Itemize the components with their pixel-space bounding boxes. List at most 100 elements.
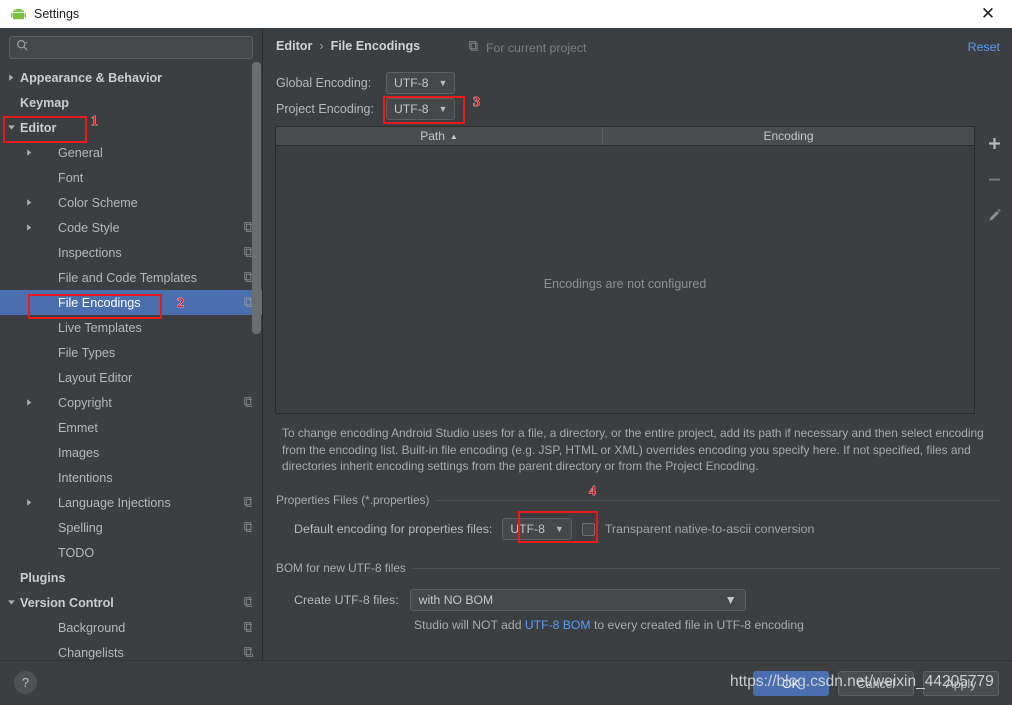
global-encoding-label: Global Encoding:	[276, 76, 372, 90]
sidebar-item-label: Inspections	[58, 245, 122, 260]
project-encoding-combo[interactable]: UTF-8 ▼	[386, 98, 456, 120]
bom-note: Studio will NOT add UTF-8 BOM to every c…	[414, 618, 804, 632]
bom-group-title: BOM for new UTF-8 files	[276, 561, 406, 575]
for-current-project: For current project	[469, 41, 586, 55]
sidebar-item-plugins[interactable]: Plugins	[0, 565, 262, 590]
sidebar-item-label: File Types	[58, 345, 116, 360]
reset-link[interactable]: Reset	[968, 40, 1000, 54]
group-divider	[412, 567, 1000, 569]
sidebar-item-label: Emmet	[58, 420, 98, 435]
sidebar-item-label: Copyright	[58, 395, 112, 410]
ok-button[interactable]: OK	[753, 671, 829, 696]
search-box[interactable]	[9, 36, 253, 59]
close-icon[interactable]: ✕	[978, 5, 998, 25]
group-divider	[436, 499, 1000, 501]
chevron-right-icon[interactable]	[22, 498, 36, 507]
global-encoding-combo[interactable]: UTF-8 ▼	[386, 72, 456, 94]
sidebar-item-label: Appearance & Behavior	[20, 70, 163, 85]
transparent-conversion-checkbox[interactable]	[581, 522, 595, 536]
chevron-right-icon[interactable]	[22, 198, 36, 207]
breadcrumb-parent[interactable]: Editor	[276, 39, 312, 53]
sidebar-item-label: General	[58, 145, 103, 160]
table-toolbar	[977, 126, 1011, 414]
column-header-encoding[interactable]: Encoding	[603, 127, 974, 145]
global-encoding-value: UTF-8	[394, 76, 429, 90]
sidebar-item-changelists[interactable]: Changelists	[0, 640, 262, 660]
sidebar-item-layout-editor[interactable]: Layout Editor	[0, 365, 262, 390]
utf8-bom-link[interactable]: UTF-8 BOM	[525, 618, 591, 632]
breadcrumb: Editor › File Encodings	[276, 39, 420, 53]
chevron-down-icon: ▼	[438, 104, 448, 114]
sidebar-scrollbar[interactable]	[252, 62, 261, 654]
sidebar-item-label: Font	[58, 170, 84, 185]
chevron-down-icon[interactable]	[4, 123, 18, 132]
properties-default-encoding-combo[interactable]: UTF-8 ▼	[502, 518, 572, 540]
encodings-table: Path ▲ Encoding Encodings are not config…	[275, 126, 975, 414]
sort-ascending-icon: ▲	[449, 131, 458, 141]
sidebar-item-language-injections[interactable]: Language Injections	[0, 490, 262, 515]
sidebar-item-label: Intentions	[58, 470, 113, 485]
sidebar-scrollbar-thumb[interactable]	[252, 62, 261, 334]
sidebar-item-version-control[interactable]: Version Control	[0, 590, 262, 615]
help-button[interactable]: ?	[14, 671, 37, 694]
sidebar-item-spelling[interactable]: Spelling	[0, 515, 262, 540]
sidebar-item-general[interactable]: General	[0, 140, 262, 165]
sidebar-item-images[interactable]: Images	[0, 440, 262, 465]
bom-group-header: BOM for new UTF-8 files	[276, 561, 1000, 575]
breadcrumb-separator: ›	[319, 39, 324, 53]
sidebar-item-emmet[interactable]: Emmet	[0, 415, 262, 440]
sidebar-item-appearance-behavior[interactable]: Appearance & Behavior	[0, 65, 262, 90]
sidebar-item-inspections[interactable]: Inspections	[0, 240, 262, 265]
search-input[interactable]	[33, 40, 246, 55]
create-utf8-label: Create UTF-8 files:	[294, 593, 399, 607]
properties-default-encoding-label: Default encoding for properties files:	[294, 522, 493, 536]
chevron-right-icon[interactable]	[22, 148, 36, 157]
chevron-right-icon[interactable]	[4, 73, 18, 82]
sidebar-item-color-scheme[interactable]: Color Scheme	[0, 190, 262, 215]
properties-group-header: Properties Files (*.properties)	[276, 493, 1000, 507]
sidebar-item-editor[interactable]: Editor	[0, 115, 262, 140]
project-encoding-value: UTF-8	[394, 102, 429, 116]
create-utf8-combo[interactable]: with NO BOM ▼	[409, 589, 746, 611]
sidebar-item-font[interactable]: Font	[0, 165, 262, 190]
sidebar-item-label: Editor	[20, 120, 57, 135]
chevron-down-icon: ▼	[438, 78, 448, 88]
sidebar-item-label: Code Style	[58, 220, 120, 235]
apply-button[interactable]: Apply	[923, 671, 999, 696]
sidebar-item-label: Plugins	[20, 570, 66, 585]
chevron-down-icon[interactable]	[4, 598, 18, 607]
sidebar-item-file-types[interactable]: File Types	[0, 340, 262, 365]
sidebar-item-label: Live Templates	[58, 320, 142, 335]
settings-tree: Appearance & Behavior Keymap Editor General…	[0, 65, 262, 660]
sidebar-item-label: Layout Editor	[58, 370, 133, 385]
sidebar-item-todo[interactable]: TODO	[0, 540, 262, 565]
create-utf8-value: with NO BOM	[418, 593, 494, 607]
sidebar-item-label: File Encodings	[58, 295, 141, 310]
column-header-path-label: Path	[420, 129, 445, 143]
bom-note-prefix: Studio will NOT add	[414, 618, 525, 632]
sidebar-item-background[interactable]: Background	[0, 615, 262, 640]
sidebar-item-intentions[interactable]: Intentions	[0, 465, 262, 490]
sidebar-item-live-templates[interactable]: Live Templates	[0, 315, 262, 340]
breadcrumb-current: File Encodings	[330, 39, 421, 53]
add-icon[interactable]	[983, 132, 1005, 154]
cancel-button[interactable]: Cancel	[838, 671, 914, 696]
edit-icon[interactable]	[983, 204, 1005, 226]
column-header-path[interactable]: Path ▲	[276, 127, 603, 145]
sidebar-item-label: Background	[58, 620, 126, 635]
remove-icon[interactable]	[983, 168, 1005, 190]
chevron-right-icon[interactable]	[22, 223, 36, 232]
sidebar-item-file-encodings[interactable]: File Encodings	[0, 290, 262, 315]
create-utf8-row: Create UTF-8 files: with NO BOM ▼	[294, 589, 746, 611]
encodings-description: To change encoding Android Studio uses f…	[282, 426, 984, 473]
global-encoding-row: Global Encoding: UTF-8 ▼	[276, 72, 456, 94]
settings-sidebar: Appearance & Behavior Keymap Editor General…	[0, 28, 263, 660]
sidebar-item-file-and-code-templates[interactable]: File and Code Templates	[0, 265, 262, 290]
sidebar-item-code-style[interactable]: Code Style	[0, 215, 262, 240]
transparent-conversion-label[interactable]: Transparent native-to-ascii conversion	[605, 522, 815, 536]
chevron-right-icon[interactable]	[22, 398, 36, 407]
project-encoding-label: Project Encoding:	[276, 102, 374, 116]
sidebar-item-keymap[interactable]: Keymap	[0, 90, 262, 115]
chevron-down-icon: ▼	[724, 593, 737, 607]
sidebar-item-copyright[interactable]: Copyright	[0, 390, 262, 415]
